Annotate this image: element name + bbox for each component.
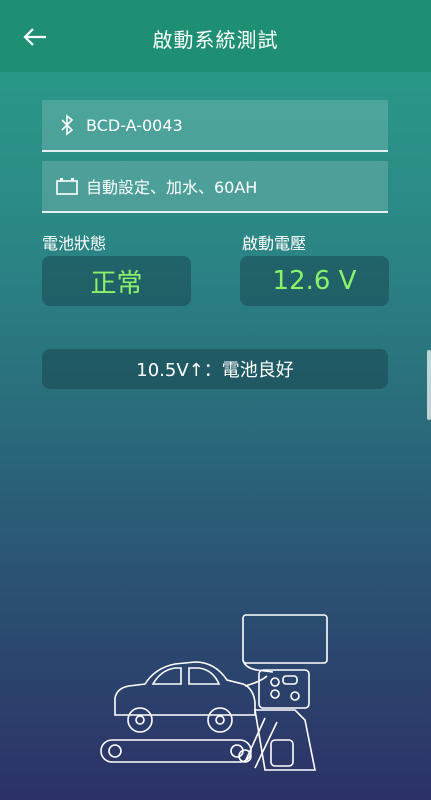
cranking-voltage-value: 12.6 V [240,256,389,306]
result-banner: 10.5V↑：電池良好 [42,349,388,389]
scrollbar[interactable] [427,350,431,420]
bluetooth-icon [54,112,80,138]
battery-setting-text: 自動設定、加水、60AH [86,178,258,197]
battery-status-value: 正常 [42,256,191,306]
battery-setting-field[interactable]: 自動設定、加水、60AH [42,161,388,213]
page-title: 啟動系統測試 [152,28,279,52]
cranking-voltage-label: 啟動電壓 [242,234,307,253]
battery-icon [54,173,80,199]
battery-status-label: 電池狀態 [42,234,107,253]
car-tester-illustration [100,614,328,771]
app-bar: 啟動系統測試 [0,0,431,72]
device-field[interactable]: BCD-A-0043 [42,100,388,152]
device-name: BCD-A-0043 [86,115,183,135]
